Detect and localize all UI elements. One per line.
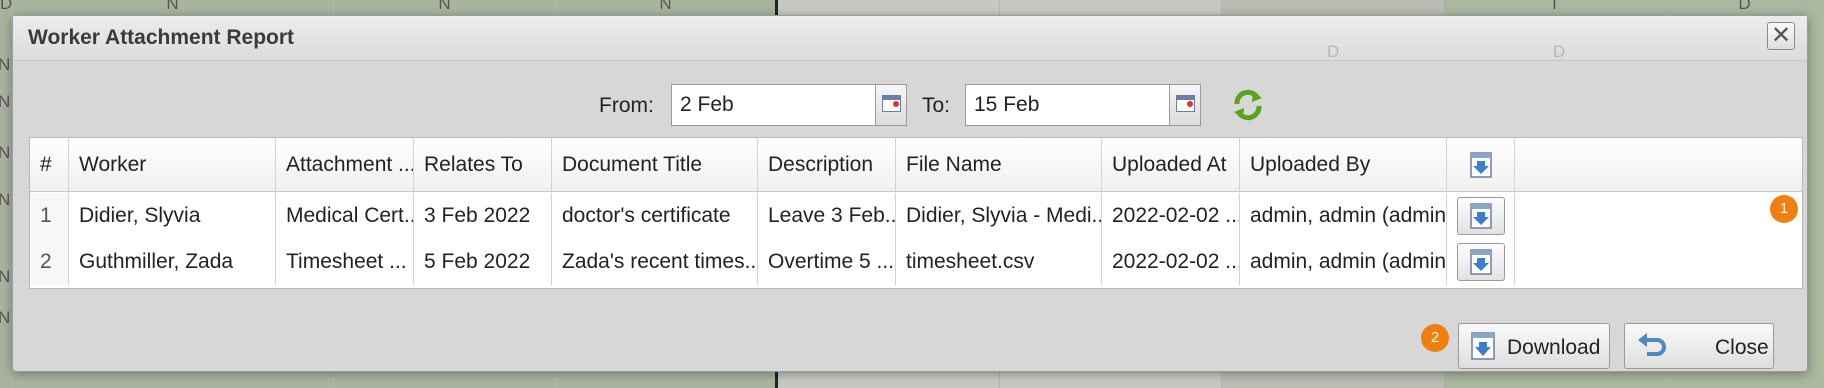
cell-description: Overtime 5 ... [758,239,896,285]
row-number: 2 [30,239,69,285]
cell-uploaded-by: admin, admin (admin) [1240,239,1447,285]
cell-attachment: Medical Cert... [276,193,414,239]
bg-label: N [0,92,11,111]
column-header-uploaded-at[interactable]: Uploaded At [1102,138,1240,191]
download-icon [1470,249,1492,275]
bg-label: N [0,308,11,327]
row-download-button[interactable] [1457,243,1505,281]
bg-label: N [0,55,11,74]
cell-worker: Didier, Slyvia [69,193,276,239]
from-label: From: [599,94,654,117]
bg-label: D [1553,42,1566,61]
table-header: # Worker Attachment ... Relates To Docum… [30,138,1802,192]
worker-attachment-dialog: Worker Attachment Report D D ✕ From: 2 F… [12,15,1808,372]
step-badge-1: 1 [1770,195,1798,223]
bg-label: N [438,0,451,13]
from-calendar-button[interactable] [875,84,907,126]
bg-label: N [166,0,179,13]
row-download-button[interactable] [1457,197,1505,235]
cell-uploaded-at: 2022-02-02 ... [1102,239,1240,285]
date-range-row: From: 2 Feb To: 15 Feb [29,82,1791,126]
column-header-file-name[interactable]: File Name [896,138,1102,191]
bg-label: D [1327,42,1340,61]
cell-uploaded-by: admin, admin (admin) [1240,193,1447,239]
column-header-attachment[interactable]: Attachment ... [276,138,414,191]
bg-left-labels: N N N N N N [0,0,12,388]
bg-label: N [659,0,672,13]
column-header-worker[interactable]: Worker [69,138,276,191]
undo-arrow-icon [1638,333,1666,356]
cell-document-title: doctor's certificate [552,193,758,239]
column-header-document-title[interactable]: Document Title [552,138,758,191]
table-row[interactable]: 2 Guthmiller, Zada Timesheet ... 5 Feb 2… [30,239,1802,285]
download-icon [1469,151,1492,178]
column-header-description[interactable]: Description [758,138,896,191]
cell-document-title: Zada's recent times... [552,239,758,285]
bg-label: N [0,143,11,162]
cell-worker: Guthmiller, Zada [69,239,276,285]
cell-relates-to: 3 Feb 2022 [414,193,552,239]
bg-label: D [1738,0,1751,13]
cell-file-name: Didier, Slyvia - Medi... [896,193,1102,239]
download-button-label: Download [1507,336,1601,359]
refresh-button[interactable] [1231,88,1265,122]
cell-description: Leave 3 Feb... [758,193,896,239]
column-header-relates-to[interactable]: Relates To [414,138,552,191]
download-icon [1470,203,1492,229]
attachments-table: # Worker Attachment ... Relates To Docum… [29,137,1803,289]
column-header-number[interactable]: # [30,138,69,191]
step-badge-2: 2 [1421,324,1449,352]
dialog-title: Worker Attachment Report [28,26,295,49]
column-header-uploaded-by[interactable]: Uploaded By [1240,138,1447,191]
bg-label: T [1549,0,1560,13]
column-header-download-all[interactable] [1447,138,1515,191]
to-label: To: [922,94,951,117]
cell-download [1447,239,1515,285]
cell-attachment: Timesheet ... [276,239,414,285]
close-button[interactable]: Close [1624,323,1774,369]
bg-label: N [0,190,11,209]
cell-uploaded-at: 2022-02-02 ... [1102,193,1240,239]
refresh-icon [1234,89,1262,121]
dialog-titlebar[interactable]: Worker Attachment Report D D ✕ [13,16,1807,61]
cell-download [1447,193,1515,239]
to-date-input[interactable]: 15 Feb [965,84,1170,126]
row-number: 1 [30,193,69,239]
cell-relates-to: 5 Feb 2022 [414,239,552,285]
column-header-spacer [1515,138,1556,191]
cell-file-name: timesheet.csv [896,239,1102,285]
from-date-input[interactable]: 2 Feb [671,84,876,126]
calendar-icon [882,95,901,112]
dialog-body: From: 2 Feb To: 15 Feb # Worker Attachme… [29,62,1803,371]
calendar-icon [1176,95,1195,112]
dialog-close-icon[interactable]: ✕ [1767,22,1795,50]
close-button-label: Close [1715,336,1769,359]
download-icon [1471,332,1495,360]
download-button[interactable]: Download [1458,323,1610,369]
bg-label: N [0,267,11,286]
to-calendar-button[interactable] [1169,84,1201,126]
table-row[interactable]: 1 Didier, Slyvia Medical Cert... 3 Feb 2… [30,193,1802,239]
